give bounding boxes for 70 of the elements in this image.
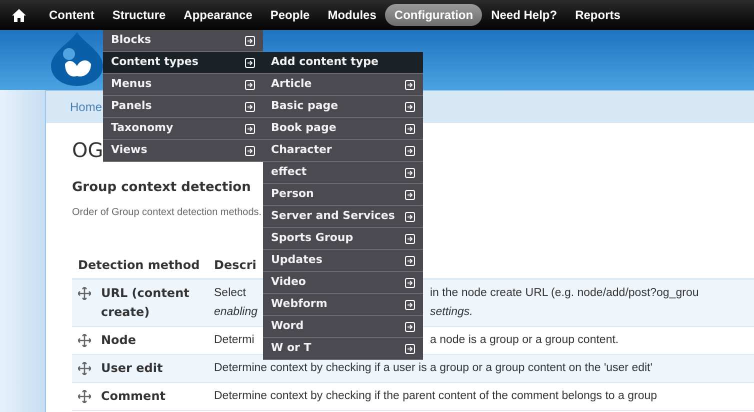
description-text: a node is a group or a group content. (430, 333, 619, 348)
method-name: Comment (101, 388, 166, 405)
submenu-arrow-icon (245, 124, 255, 134)
dropdown-menu-item[interactable]: Add content type (263, 52, 423, 74)
column-header: Descri (214, 258, 256, 272)
home-icon[interactable] (12, 8, 26, 22)
dropdown-menu-item[interactable]: Person (263, 184, 423, 206)
description-text: Determine context by checking if a user is a group or a group content on the 'user edit' (214, 362, 652, 374)
submenu-arrow-icon (405, 344, 415, 354)
drag-handle-icon[interactable] (78, 334, 91, 347)
dropdown-menu-item[interactable]: Taxonomy (103, 118, 263, 140)
submenu-arrow-icon (405, 322, 415, 332)
dropdown-menu-item[interactable]: Video (263, 272, 423, 294)
dropdown-menu-item[interactable]: Updates (263, 250, 423, 272)
drag-handle-icon[interactable] (78, 390, 91, 403)
description-text: in the node create URL (e.g. node/add/post?og_grou (430, 286, 699, 301)
submenu-arrow-icon (405, 212, 415, 222)
description-text: Determi (214, 333, 254, 348)
dropdown-menu-item[interactable]: Basic page (263, 96, 423, 118)
description-text: settings. (430, 305, 473, 320)
submenu-arrow-icon (245, 146, 255, 156)
submenu-arrow-icon (405, 190, 415, 200)
submenu-arrow-icon (245, 36, 255, 46)
description-text: Select (214, 286, 246, 301)
method-name: URL (content create) (101, 285, 190, 321)
dropdown-menu-item[interactable]: Menus (103, 74, 263, 96)
dropdown-menu-item[interactable]: Server and Services (263, 206, 423, 228)
dropdown-menu-item[interactable]: Word (263, 316, 423, 338)
nav-menu-item[interactable]: Reports (566, 4, 630, 26)
submenu-arrow-icon (245, 102, 255, 112)
dropdown-menu-item[interactable]: Webform (263, 294, 423, 316)
submenu-arrow-icon (245, 80, 255, 90)
dropdown-menu-item[interactable]: Sports Group (263, 228, 423, 250)
submenu-arrow-icon (405, 168, 415, 178)
dropdown-menu-item[interactable]: W or T (263, 338, 423, 360)
description-text: enabling (214, 305, 258, 320)
drag-handle-icon[interactable] (78, 287, 91, 300)
submenu-arrow-icon (405, 300, 415, 310)
submenu-arrow-icon (245, 58, 255, 68)
section-heading: Group context detection (72, 179, 251, 197)
dropdown-menu-item[interactable]: Panels (103, 96, 263, 118)
submenu-arrow-icon (405, 102, 415, 112)
nav-menu-item[interactable]: Configuration (385, 4, 482, 26)
submenu-arrow-icon (405, 146, 415, 156)
submenu-arrow-icon (405, 124, 415, 134)
nav-menu-item[interactable]: Content (40, 4, 104, 26)
section-description: Order of Group context detection methods. (72, 206, 262, 220)
nav-menu-item[interactable]: Need Help? (482, 4, 566, 26)
method-name: User edit (101, 360, 163, 377)
drag-handle-icon[interactable] (78, 362, 91, 375)
dropdown-menu-item[interactable]: Content types (103, 52, 263, 74)
dropdown-menu-item[interactable]: Article (263, 74, 423, 96)
drop-logo-icon (49, 30, 105, 86)
dropdown-menu-item[interactable]: Book page (263, 118, 423, 140)
dropdown-menu-item[interactable]: Views (103, 140, 263, 162)
nav-menu-item[interactable]: People (261, 4, 319, 26)
page-title: OG (72, 138, 104, 162)
dropdown-menu-item[interactable]: effect (263, 162, 423, 184)
submenu-arrow-icon (405, 278, 415, 288)
submenu-arrow-icon (405, 234, 415, 244)
description-text: Determine context by checking if the parent content of the comment belongs to a group (214, 390, 658, 402)
method-name: Node (101, 332, 136, 349)
nav-menu-item[interactable]: Modules (318, 4, 386, 26)
nav-menu-item[interactable]: Appearance (174, 4, 262, 26)
column-header: Detection method (78, 258, 200, 272)
submenu-arrow-icon (405, 80, 415, 90)
dropdown-menu-item[interactable]: Character (263, 140, 423, 162)
nav-menu-item[interactable]: Structure (103, 4, 175, 26)
submenu-arrow-icon (405, 256, 415, 266)
dropdown-menu-item[interactable]: Blocks (103, 30, 263, 52)
